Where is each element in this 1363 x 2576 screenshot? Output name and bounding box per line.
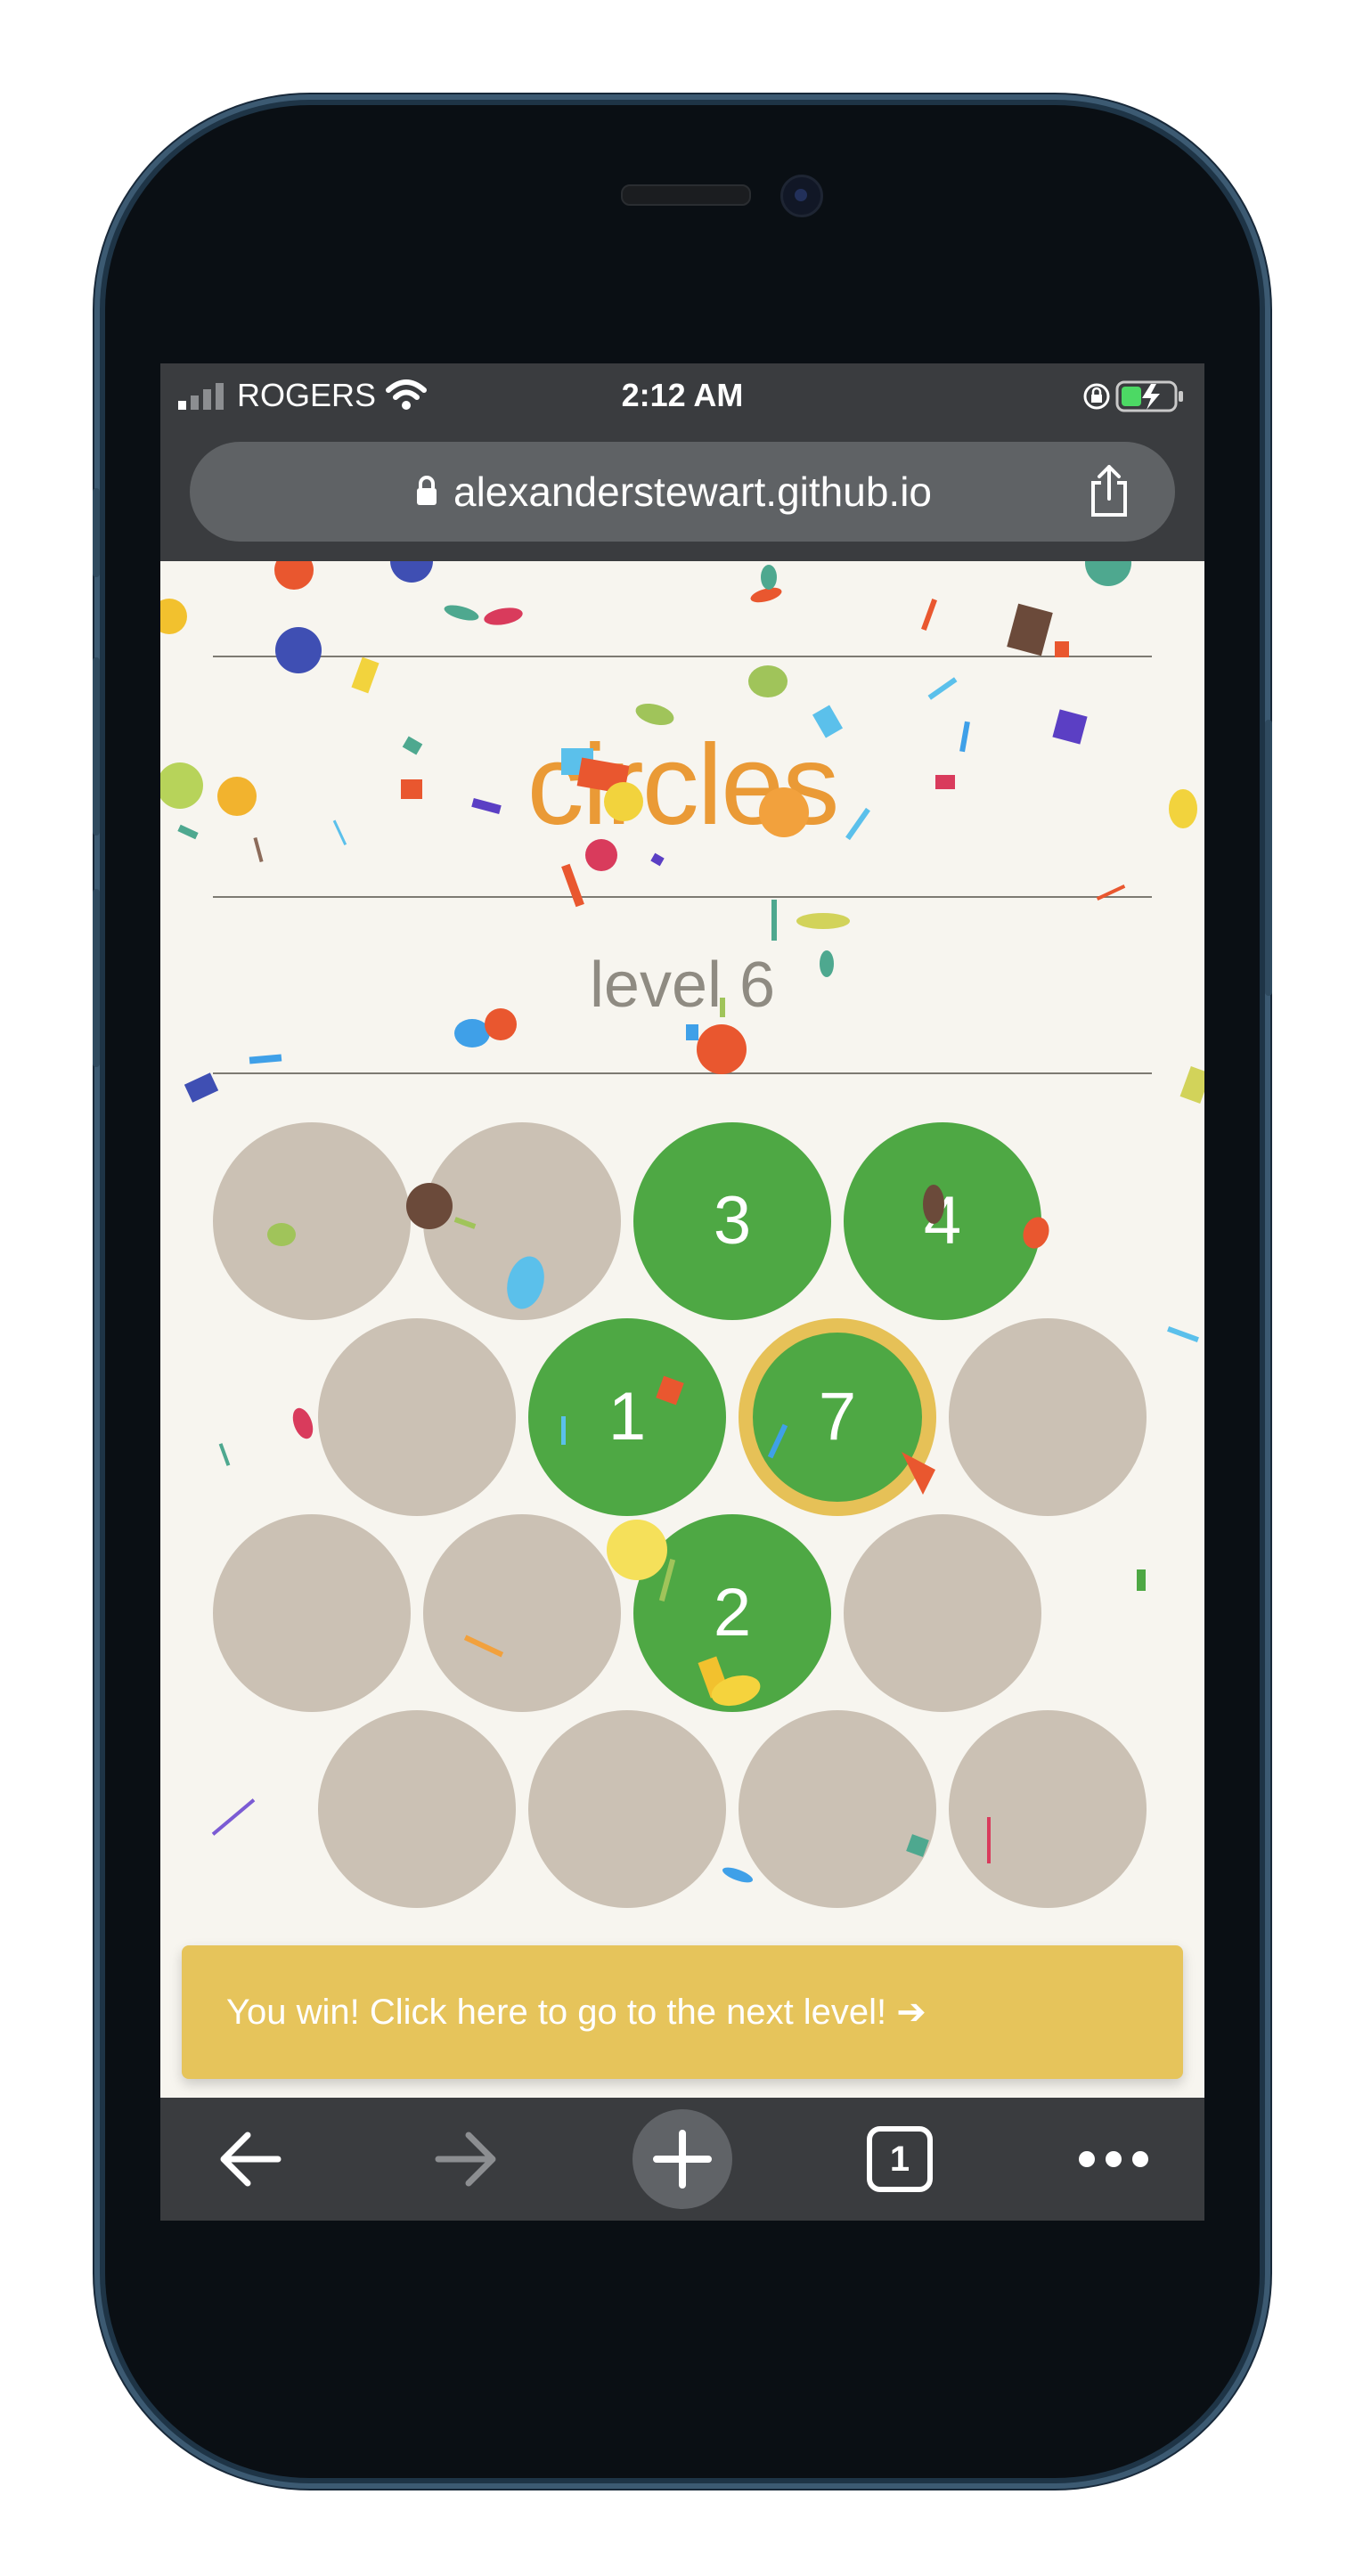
empty-circle[interactable] [318, 1318, 516, 1516]
mute-switch [93, 488, 100, 577]
forward-button[interactable] [403, 2098, 527, 2221]
battery-icon [1115, 380, 1183, 412]
numbered-circle[interactable]: 3 [633, 1122, 831, 1320]
browser-toolbar: 1 [160, 2098, 1204, 2221]
empty-circle[interactable] [949, 1318, 1147, 1516]
back-button[interactable] [189, 2098, 314, 2221]
empty-circle[interactable] [213, 1514, 411, 1712]
tab-switcher-button[interactable]: 1 [837, 2098, 962, 2221]
more-dots-icon [1079, 2151, 1148, 2167]
menu-button[interactable] [1051, 2098, 1176, 2221]
win-message: You win! Click here to go to the next le… [226, 1993, 926, 2032]
numbered-circle[interactable]: 7 [739, 1318, 936, 1516]
url-text: alexanderstewart.github.io [453, 469, 932, 515]
page-title: circles [526, 721, 840, 849]
empty-circle[interactable] [528, 1710, 726, 1908]
empty-circle[interactable] [318, 1710, 516, 1908]
new-tab-button[interactable] [620, 2098, 745, 2221]
browser-url-area: alexanderstewart.github.io [160, 428, 1204, 561]
empty-circle[interactable] [423, 1514, 621, 1712]
status-bar: ROGERS 2:12 AM [160, 363, 1204, 428]
volume-down-button [93, 889, 100, 1067]
lock-icon [417, 476, 437, 505]
address-bar[interactable]: alexanderstewart.github.io [190, 442, 1175, 542]
empty-circle[interactable] [949, 1710, 1147, 1908]
next-level-banner[interactable]: You win! Click here to go to the next le… [182, 1945, 1183, 2079]
divider [213, 656, 1152, 657]
earpiece-speaker [621, 184, 751, 206]
orientation-lock-icon [1083, 383, 1110, 410]
back-arrow-icon [220, 2132, 282, 2187]
divider [213, 1072, 1152, 1074]
empty-circle[interactable] [213, 1122, 411, 1320]
phone-screen: ROGERS 2:12 AM alexanderstewart.github.i… [160, 363, 1204, 2221]
volume-up-button [93, 657, 100, 836]
numbered-circle[interactable]: 4 [844, 1122, 1041, 1320]
plus-icon [633, 2109, 732, 2209]
tab-count: 1 [889, 2140, 910, 2179]
numbered-circle[interactable]: 2 [633, 1514, 831, 1712]
level-indicator: level 6 [589, 950, 776, 1021]
empty-circle[interactable] [844, 1514, 1041, 1712]
share-icon[interactable] [1088, 463, 1130, 518]
empty-circle[interactable] [739, 1710, 936, 1908]
forward-arrow-icon [435, 2132, 496, 2187]
numbered-circle[interactable]: 1 [528, 1318, 726, 1516]
empty-circle[interactable] [423, 1122, 621, 1320]
divider [213, 896, 1152, 898]
web-page: circles level 6 34172 You win! Click her… [160, 561, 1204, 2098]
power-button [1265, 720, 1272, 996]
front-camera [780, 175, 823, 217]
clock: 2:12 AM [621, 377, 744, 413]
